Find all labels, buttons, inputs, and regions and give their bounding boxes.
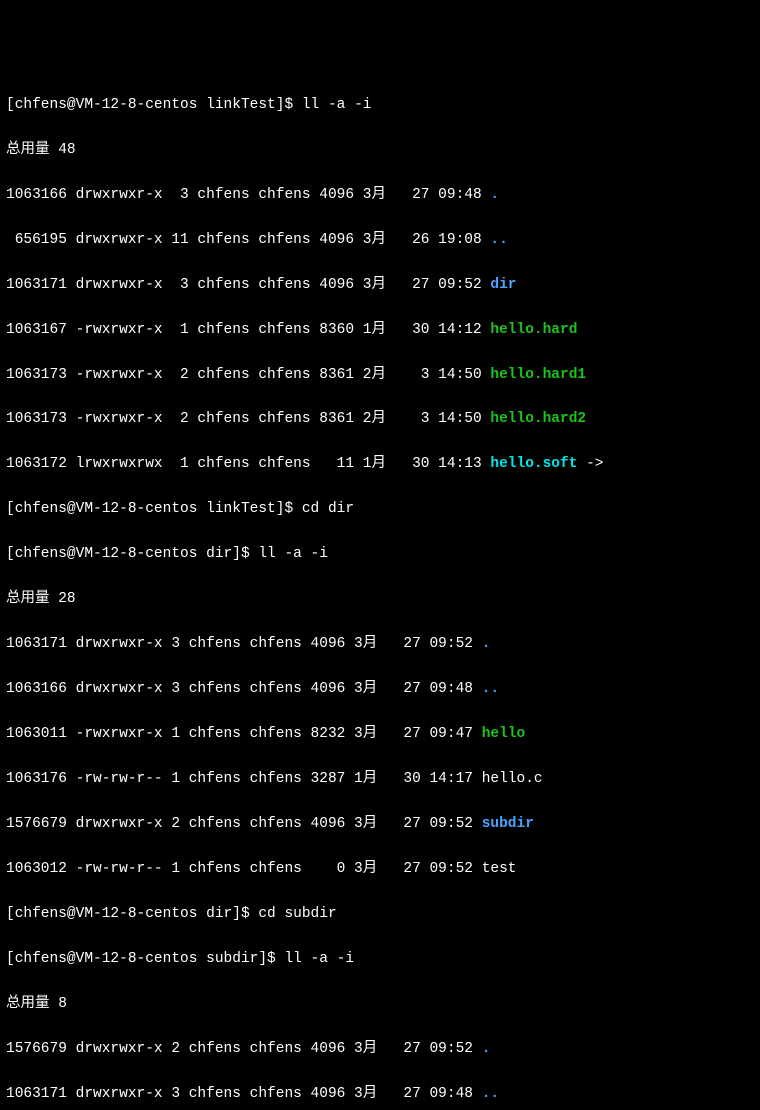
file-name: hello.hard2 <box>490 411 586 427</box>
file-meta: 1063166 drwxrwxr-x 3 chfens chfens 4096 … <box>6 681 482 697</box>
file-name: .. <box>490 232 507 248</box>
file-meta: 1063173 -rwxrwxr-x 2 chfens chfens 8361 … <box>6 411 490 427</box>
list-item: 1063166 drwxrwxr-x 3 chfens chfens 4096 … <box>6 678 754 700</box>
file-name: subdir <box>482 816 534 832</box>
file-name: test <box>482 861 517 877</box>
file-meta: 1063012 -rw-rw-r-- 1 chfens chfens 0 3月 … <box>6 861 482 877</box>
list-item: 1063171 drwxrwxr-x 3 chfens chfens 4096 … <box>6 633 754 655</box>
list-item: 1576679 drwxrwxr-x 2 chfens chfens 4096 … <box>6 1038 754 1060</box>
command: ll -a -i <box>258 546 328 562</box>
prompt: [chfens@VM-12-8-centos dir]$ <box>6 906 258 922</box>
file-name: dir <box>490 277 516 293</box>
file-name: hello <box>482 726 526 742</box>
file-meta: 1063171 drwxrwxr-x 3 chfens chfens 4096 … <box>6 1086 482 1102</box>
command: ll -a -i <box>284 951 354 967</box>
file-meta: 1063166 drwxrwxr-x 3 chfens chfens 4096 … <box>6 187 490 203</box>
prompt-line: [chfens@VM-12-8-centos dir]$ ll -a -i <box>6 543 754 565</box>
file-meta: 1063171 drwxrwxr-x 3 chfens chfens 4096 … <box>6 277 490 293</box>
list-item: 656195 drwxrwxr-x 11 chfens chfens 4096 … <box>6 229 754 251</box>
list-item: 1063171 drwxrwxr-x 3 chfens chfens 4096 … <box>6 274 754 296</box>
prompt-line: [chfens@VM-12-8-centos linkTest]$ cd dir <box>6 498 754 520</box>
list-item: 1063012 -rw-rw-r-- 1 chfens chfens 0 3月 … <box>6 858 754 880</box>
list-item: 1063011 -rwxrwxr-x 1 chfens chfens 8232 … <box>6 723 754 745</box>
list-item: 1063167 -rwxrwxr-x 1 chfens chfens 8360 … <box>6 319 754 341</box>
total-line: 总用量 48 <box>6 139 754 161</box>
file-name: hello.c <box>482 771 543 787</box>
list-item: 1063176 -rw-rw-r-- 1 chfens chfens 3287 … <box>6 768 754 790</box>
file-meta: 1063011 -rwxrwxr-x 1 chfens chfens 8232 … <box>6 726 482 742</box>
command: cd dir <box>302 501 354 517</box>
list-item: 1063173 -rwxrwxr-x 2 chfens chfens 8361 … <box>6 408 754 430</box>
file-meta: 1576679 drwxrwxr-x 2 chfens chfens 4096 … <box>6 816 482 832</box>
file-meta: 1063172 lrwxrwxrwx 1 chfens chfens 11 1月… <box>6 456 490 472</box>
list-item: 1063173 -rwxrwxr-x 2 chfens chfens 8361 … <box>6 364 754 386</box>
command: cd subdir <box>258 906 336 922</box>
prompt-line: [chfens@VM-12-8-centos linkTest]$ ll -a … <box>6 94 754 116</box>
prompt: [chfens@VM-12-8-centos dir]$ <box>6 546 258 562</box>
file-name: hello.hard <box>490 322 577 338</box>
file-name: hello.soft <box>490 456 577 472</box>
file-name: .. <box>482 681 499 697</box>
file-meta: 1576679 drwxrwxr-x 2 chfens chfens 4096 … <box>6 1041 482 1057</box>
prompt: [chfens@VM-12-8-centos linkTest]$ <box>6 97 302 113</box>
file-meta: 1063176 -rw-rw-r-- 1 chfens chfens 3287 … <box>6 771 482 787</box>
file-name: . <box>482 1041 491 1057</box>
prompt: [chfens@VM-12-8-centos linkTest]$ <box>6 501 302 517</box>
list-item: 1063171 drwxrwxr-x 3 chfens chfens 4096 … <box>6 1083 754 1105</box>
list-item: 1576679 drwxrwxr-x 2 chfens chfens 4096 … <box>6 813 754 835</box>
list-item: 1063166 drwxrwxr-x 3 chfens chfens 4096 … <box>6 184 754 206</box>
total-line: 总用量 28 <box>6 588 754 610</box>
file-meta: 1063171 drwxrwxr-x 3 chfens chfens 4096 … <box>6 636 482 652</box>
list-item: 1063172 lrwxrwxrwx 1 chfens chfens 11 1月… <box>6 453 754 475</box>
file-name: . <box>482 636 491 652</box>
prompt-line: [chfens@VM-12-8-centos subdir]$ ll -a -i <box>6 948 754 970</box>
link-target: -> <box>577 456 603 472</box>
prompt: [chfens@VM-12-8-centos subdir]$ <box>6 951 284 967</box>
file-name: .. <box>482 1086 499 1102</box>
file-meta: 656195 drwxrwxr-x 11 chfens chfens 4096 … <box>6 232 490 248</box>
file-name: hello.hard1 <box>490 367 586 383</box>
file-meta: 1063173 -rwxrwxr-x 2 chfens chfens 8361 … <box>6 367 490 383</box>
total-line: 总用量 8 <box>6 993 754 1015</box>
file-meta: 1063167 -rwxrwxr-x 1 chfens chfens 8360 … <box>6 322 490 338</box>
command: ll -a -i <box>302 97 372 113</box>
prompt-line: [chfens@VM-12-8-centos dir]$ cd subdir <box>6 903 754 925</box>
file-name: . <box>490 187 499 203</box>
